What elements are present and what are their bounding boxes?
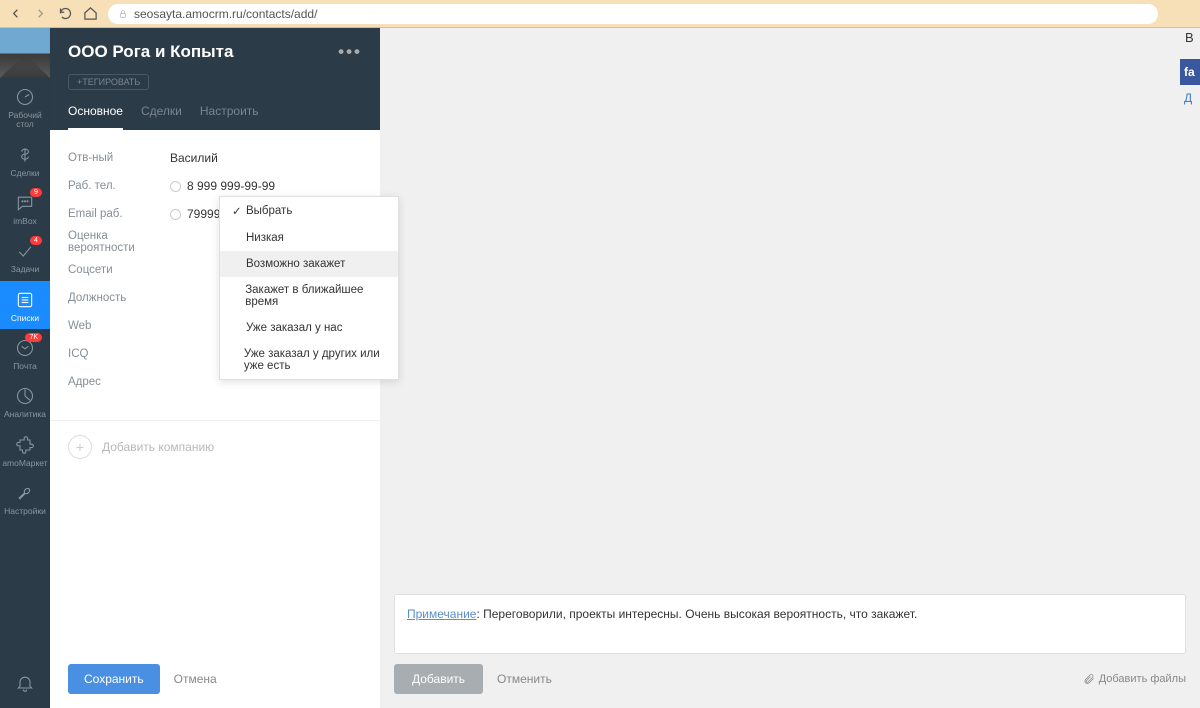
- widget-cut-1: В: [1180, 28, 1200, 45]
- save-button[interactable]: Сохранить: [68, 664, 160, 694]
- plus-icon: +: [68, 435, 92, 459]
- main-area: Примечание: Переговорили, проекты интере…: [380, 28, 1200, 708]
- label-address: Адрес: [68, 376, 170, 388]
- panel-tabs: Основное Сделки Настроить: [68, 104, 362, 130]
- sidebar-item-mail[interactable]: 7K Почта: [0, 329, 50, 377]
- add-button[interactable]: Добавить: [394, 664, 483, 694]
- dropdown-option-ordered-other[interactable]: Уже заказал у других или уже есть: [220, 341, 398, 379]
- contact-title: ООО Рога и Копыта: [68, 42, 233, 62]
- sidebar-item-settings[interactable]: Настройки: [0, 474, 50, 522]
- check-icon: ✓: [232, 204, 241, 218]
- lock-icon: [118, 9, 128, 19]
- note-textarea[interactable]: Примечание: Переговорили, проекты интере…: [394, 594, 1186, 654]
- contact-panel: ООО Рога и Копыта ••• +ТЕГИРОВАТЬ Основн…: [50, 28, 380, 708]
- note-text: : Переговорили, проекты интересны. Очень…: [476, 607, 917, 621]
- dropdown-option-low[interactable]: Низкая: [220, 225, 398, 251]
- note-actions: Добавить Отменить Добавить файлы: [394, 664, 1186, 694]
- forward-button[interactable]: [33, 6, 48, 21]
- analytics-icon: [14, 385, 36, 407]
- label-email: Email раб.: [68, 208, 170, 220]
- label-responsible: Отв-ный: [68, 152, 170, 164]
- label-icq: ICQ: [68, 348, 170, 360]
- sidebar-item-market[interactable]: amoМаркет: [0, 426, 50, 474]
- value-responsible[interactable]: Василий: [170, 151, 218, 165]
- stateless-icon: [170, 209, 181, 220]
- back-button[interactable]: [8, 6, 23, 21]
- bell-icon: [14, 672, 36, 694]
- stateless-icon: [170, 181, 181, 192]
- widget-cut-2: Д: [1180, 85, 1200, 105]
- wrench-icon: [14, 482, 36, 504]
- url-bar[interactable]: seosayta.amocrm.ru/contacts/add/: [108, 4, 1158, 24]
- tab-main[interactable]: Основное: [68, 104, 123, 130]
- sidebar-item-imbox[interactable]: 9 imBox: [0, 184, 50, 232]
- badge: 4: [30, 236, 42, 245]
- probability-dropdown: ✓Выбрать Низкая Возможно закажет Закажет…: [219, 196, 399, 380]
- label-web: Web: [68, 320, 170, 332]
- tab-configure[interactable]: Настроить: [200, 104, 259, 130]
- tab-deals[interactable]: Сделки: [141, 104, 182, 130]
- sidebar-avatar[interactable]: [0, 28, 50, 78]
- note-label: Примечание: [407, 607, 476, 621]
- badge: 9: [30, 188, 42, 197]
- list-icon: [14, 289, 36, 311]
- sidebar-item-deals[interactable]: Сделки: [0, 136, 50, 184]
- label-probability: Оценка вероятности: [68, 230, 170, 254]
- gauge-icon: [14, 86, 36, 108]
- browser-toolbar: seosayta.amocrm.ru/contacts/add/: [0, 0, 1200, 28]
- paperclip-icon: [1083, 673, 1095, 685]
- sidebar-item-lists[interactable]: Списки: [0, 281, 50, 329]
- value-phone[interactable]: 8 999 999-99-99: [170, 179, 275, 193]
- dropdown-option-soon[interactable]: Закажет в ближайшее время: [220, 277, 398, 315]
- sidebar-item-dashboard[interactable]: Рабочий стол: [0, 78, 50, 136]
- reload-button[interactable]: [58, 6, 73, 21]
- attach-files[interactable]: Добавить файлы: [1083, 673, 1186, 685]
- dropdown-option-maybe[interactable]: Возможно закажет: [220, 251, 398, 277]
- cancel-button[interactable]: Отмена: [174, 672, 217, 686]
- label-social: Соцсети: [68, 264, 170, 276]
- tag-button[interactable]: +ТЕГИРОВАТЬ: [68, 74, 149, 90]
- cancel-note-button[interactable]: Отменить: [497, 672, 552, 686]
- contact-form: Отв-ныйВасилий Раб. тел.8 999 999-99-99 …: [50, 130, 380, 414]
- panel-header: ООО Рога и Копыта ••• +ТЕГИРОВАТЬ Основн…: [50, 28, 380, 130]
- right-widgets: В fa Д: [1180, 28, 1200, 118]
- dollar-icon: [14, 144, 36, 166]
- dropdown-option-select[interactable]: ✓Выбрать: [220, 197, 398, 225]
- label-phone: Раб. тел.: [68, 180, 170, 192]
- puzzle-icon: [14, 434, 36, 456]
- sidebar-item-analytics[interactable]: Аналитика: [0, 377, 50, 425]
- home-button[interactable]: [83, 6, 98, 21]
- sidebar: Рабочий стол Сделки 9 imBox 4 Задачи Спи…: [0, 28, 50, 708]
- widget-facebook[interactable]: fa: [1180, 59, 1200, 85]
- add-company[interactable]: + Добавить компанию: [50, 420, 380, 473]
- badge: 7K: [25, 333, 42, 342]
- sidebar-notifications[interactable]: [14, 658, 36, 708]
- more-menu[interactable]: •••: [338, 42, 362, 62]
- sidebar-item-tasks[interactable]: 4 Задачи: [0, 232, 50, 280]
- label-position: Должность: [68, 292, 170, 304]
- panel-footer: Сохранить Отмена: [50, 650, 380, 708]
- dropdown-option-ordered-us[interactable]: Уже заказал у нас: [220, 315, 398, 341]
- url-text: seosayta.amocrm.ru/contacts/add/: [134, 7, 317, 21]
